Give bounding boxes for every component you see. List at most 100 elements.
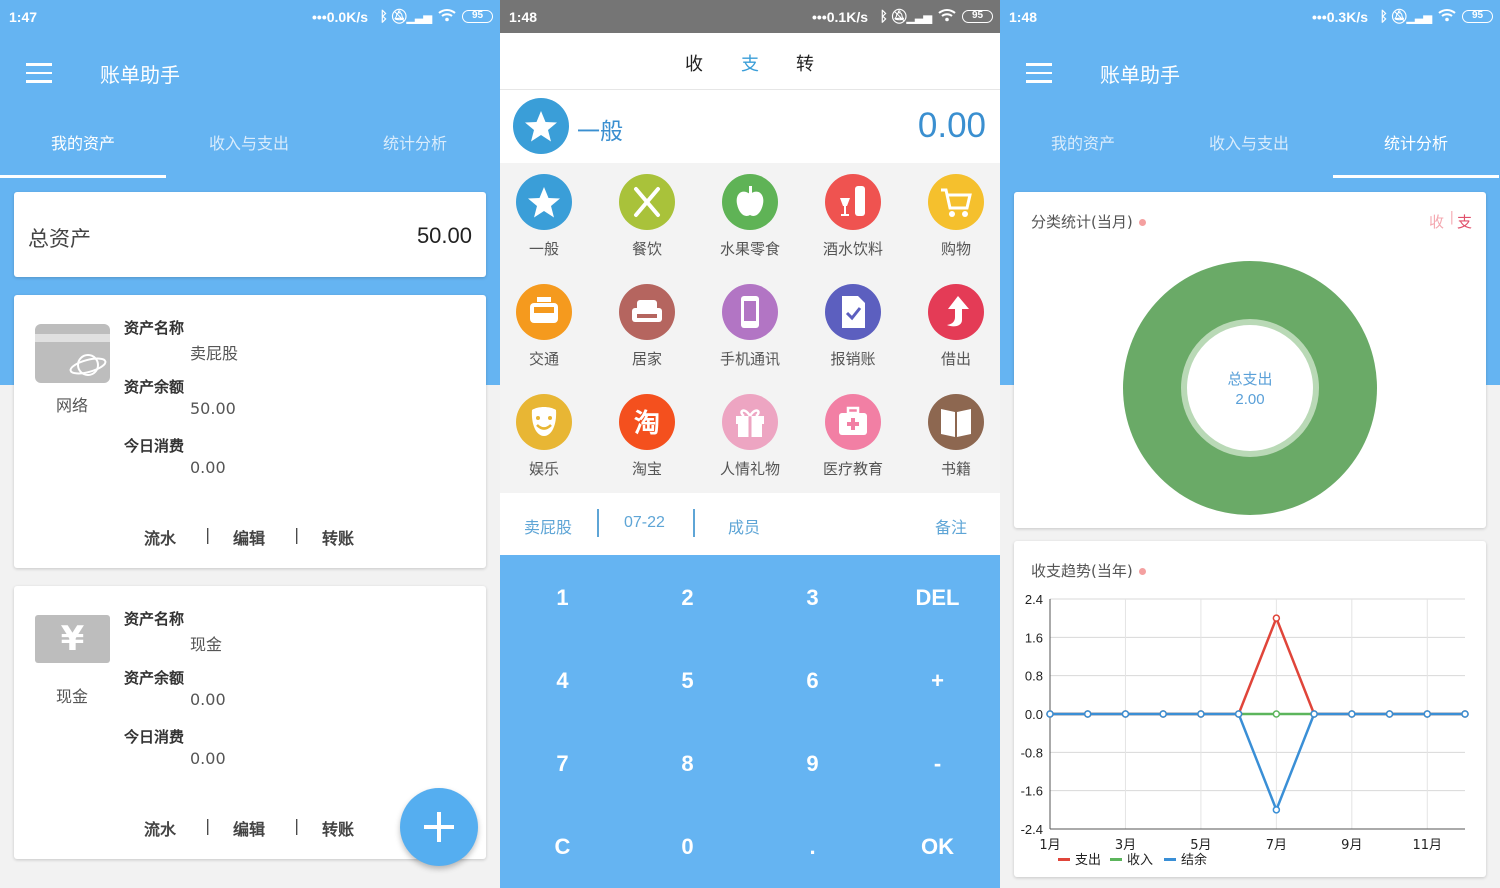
category-drinks[interactable]: 酒水饮料 [803, 174, 903, 259]
data-point-结余[interactable] [1046, 710, 1054, 718]
mode-income-tab[interactable]: 收 [685, 50, 703, 76]
clear-key[interactable]: C [500, 834, 625, 860]
tab-statistics[interactable]: 统计分析 [332, 120, 498, 178]
data-point-结余[interactable] [1461, 710, 1469, 718]
category-cart[interactable]: 购物 [906, 174, 1000, 259]
ok-key[interactable]: OK [875, 834, 1000, 860]
category-medkit[interactable]: 医疗教育 [803, 394, 903, 479]
data-point-收入[interactable] [1272, 710, 1281, 718]
mode-expense-tab[interactable]: 支 [741, 50, 759, 76]
digit-8-key[interactable]: 8 [625, 751, 750, 777]
add-account-button[interactable] [400, 788, 478, 866]
data-point-结余[interactable] [1272, 806, 1281, 814]
category-sofa[interactable]: 居家 [597, 284, 697, 369]
history-button[interactable]: 流水 [144, 525, 176, 549]
network-speed: •••0.1K/s [812, 9, 868, 25]
mode-transfer-tab[interactable]: 转 [796, 50, 814, 76]
category-gift[interactable]: 人情礼物 [700, 394, 800, 479]
account-type-label: 网络 [56, 396, 89, 415]
note-button[interactable]: 备注 [935, 514, 967, 538]
plus-key[interactable]: + [875, 668, 1000, 694]
category-document-check[interactable]: 报销账 [803, 284, 903, 369]
y-tick-label: -2.4 [1021, 822, 1043, 837]
category-label: 医疗教育 [822, 460, 883, 478]
data-point-结余[interactable] [1159, 710, 1167, 718]
delete-key[interactable]: DEL [875, 585, 1000, 611]
minus-key[interactable]: - [875, 751, 1000, 777]
data-point-结余[interactable] [1423, 710, 1432, 718]
action-separator: | [294, 816, 300, 835]
smile-icon [516, 394, 572, 450]
category-star[interactable]: 一般 [500, 174, 594, 259]
data-point-结余[interactable] [1083, 710, 1092, 718]
tab-my-assets[interactable]: 我的资产 [0, 120, 166, 178]
transfer-button[interactable]: 转账 [322, 816, 354, 840]
taobao-icon: 淘 [619, 394, 675, 450]
digit-0-key[interactable]: 0 [625, 834, 750, 860]
amount-display[interactable]: 0.00 [918, 106, 986, 146]
category-apple[interactable]: 水果零食 [700, 174, 800, 259]
digit-1-key[interactable]: 1 [500, 585, 625, 611]
digit-2-key[interactable]: 2 [625, 585, 750, 611]
category-phone[interactable]: 手机通讯 [700, 284, 800, 369]
data-point-支出[interactable] [1272, 614, 1281, 622]
tab-income-expense[interactable]: 收入与支出 [166, 120, 332, 178]
y-tick-label: 0.8 [1025, 669, 1043, 684]
digit-9-key[interactable]: 9 [750, 751, 875, 777]
menu-icon[interactable] [1026, 63, 1052, 83]
category-smile[interactable]: 娱乐 [500, 394, 594, 479]
data-point-结余[interactable] [1234, 710, 1243, 718]
asset-balance-label: 资产余额 [124, 378, 185, 396]
keypad: 1 2 3 DEL 4 5 6 +7 8 9- C 0. OK [500, 555, 1000, 888]
edit-button[interactable]: 编辑 [233, 816, 265, 840]
selected-category-star-icon [513, 98, 569, 154]
history-button[interactable]: 流水 [144, 816, 176, 840]
category-arrow-up[interactable]: 借出 [906, 284, 1000, 369]
signal-icon: ▁▃▅ [406, 12, 432, 24]
category-taobao[interactable]: 淘淘宝 [597, 394, 697, 479]
battery-icon: 95 [962, 10, 993, 23]
edit-button[interactable]: 编辑 [233, 525, 265, 549]
category-book[interactable]: 书籍 [906, 394, 1000, 479]
menu-icon[interactable] [26, 63, 52, 83]
legend-label: 结余 [1181, 852, 1207, 868]
digit-5-key[interactable]: 5 [625, 668, 750, 694]
y-tick-label: 2.4 [1025, 592, 1043, 607]
y-tick-label: -1.6 [1021, 784, 1043, 799]
account-card[interactable]: 网络 资产名称 卖屁股 资产余额 50.00 今日消费 0.00 流水 | 编辑… [14, 295, 486, 568]
network-speed-value: 0.0K/s [326, 9, 368, 25]
decimal-key[interactable]: . [750, 834, 875, 860]
category-taxi[interactable]: 交通 [500, 284, 594, 369]
digit-3-key[interactable]: 3 [750, 585, 875, 611]
data-point-结余[interactable] [1121, 710, 1130, 718]
asset-name-label: 资产名称 [124, 319, 185, 337]
category-label: 淘宝 [631, 460, 662, 478]
x-tick-label: 11月 [1412, 838, 1442, 853]
app-title: 账单助手 [100, 63, 180, 87]
transfer-button[interactable]: 转账 [322, 525, 354, 549]
category-fork-knife[interactable]: 餐饮 [597, 174, 697, 259]
cart-icon [928, 174, 984, 230]
category-label: 居家 [631, 350, 662, 368]
tab-my-assets[interactable]: 我的资产 [1000, 120, 1166, 178]
medkit-icon [825, 394, 881, 450]
app-bar: 账单助手 [1000, 33, 1500, 113]
account-selector[interactable]: 卖屁股 [524, 514, 572, 538]
category-label: 娱乐 [528, 460, 559, 478]
digit-4-key[interactable]: 4 [500, 668, 625, 694]
status-time: 1:48 [509, 9, 538, 25]
total-assets-card[interactable]: 总资产 50.00 [14, 192, 486, 277]
data-point-结余[interactable] [1197, 710, 1205, 718]
data-point-结余[interactable] [1348, 710, 1356, 718]
digit-6-key[interactable]: 6 [750, 668, 875, 694]
member-selector[interactable]: 成员 [728, 514, 760, 538]
data-point-结余[interactable] [1385, 710, 1394, 718]
tab-income-expense[interactable]: 收入与支出 [1166, 120, 1332, 178]
today-spend-label: 今日消费 [124, 437, 185, 455]
y-tick-label: 0.0 [1025, 707, 1043, 722]
digit-7-key[interactable]: 7 [500, 751, 625, 777]
asset-balance-value: 0.00 [190, 690, 226, 709]
data-point-结余[interactable] [1310, 710, 1318, 718]
date-selector[interactable]: 07-22 [624, 514, 665, 532]
tab-statistics[interactable]: 统计分析 [1333, 120, 1499, 178]
